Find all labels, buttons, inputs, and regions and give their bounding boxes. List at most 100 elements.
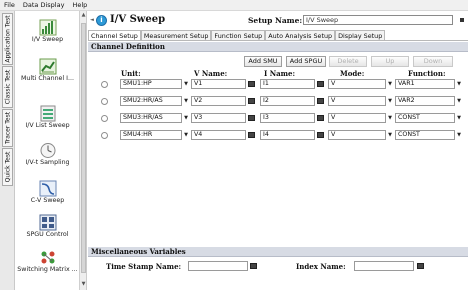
time-stamp-keyboard-icon[interactable] [250,263,257,269]
palette-label: I/V List Sweep [25,122,70,129]
unit-select[interactable]: SMU3:HR/AS [120,113,182,123]
scroll-thumb[interactable] [81,23,86,273]
palette-item-multi-channel[interactable]: Multi Channel I... [15,58,79,83]
chevron-down-icon[interactable]: ▼ [182,79,190,89]
tab-channel-setup[interactable]: Channel Setup [88,30,141,40]
spgu-control-icon [39,214,57,231]
tab-classic-test-label: Classic Test [4,69,11,105]
tab-auto-analysis-setup[interactable]: Auto Analysis Setup [265,30,336,40]
iname-keyboard-icon[interactable] [317,115,324,121]
add-spgu-button[interactable]: Add SPGU [286,56,326,67]
tab-measurement-setup[interactable]: Measurement Setup [140,30,212,40]
down-button[interactable]: Down [413,56,453,67]
menu-data-display[interactable]: Data Display [19,0,69,11]
column-iname: I Name: [264,69,296,78]
iname-keyboard-icon[interactable] [317,132,324,138]
function-select[interactable]: CONST [395,113,455,123]
title-row: ◄ i I/V Sweep Setup Name: I/V Sweep [88,14,468,28]
unit-select[interactable]: SMU1:HP [120,79,182,89]
row-select-radio[interactable] [101,132,108,139]
row-select-radio[interactable] [101,115,108,122]
chevron-down-icon[interactable]: ▼ [386,96,394,106]
palette-item-switching-matrix[interactable]: Switching Matrix ... [15,249,79,274]
index-name-keyboard-icon[interactable] [417,263,424,269]
scroll-up-icon[interactable]: ▲ [80,12,87,19]
tab-tracer-test[interactable]: Tracer Test [2,109,13,147]
unit-select[interactable]: SMU2:HR/AS [120,96,182,106]
palette-item-iv-sweep[interactable]: I/V Sweep [15,19,79,44]
tab-quick-test-label: Quick Test [4,151,11,183]
vname-keyboard-icon[interactable] [248,81,255,87]
palette-item-iv-list-sweep[interactable]: I/V List Sweep [15,105,79,130]
channel-row[interactable]: SMU3:HR/AS ▼ V3 I3 V ▼ CONST ▼ [88,113,468,124]
chevron-down-icon[interactable]: ▼ [455,79,463,89]
palette-item-spgu-control[interactable]: SPGU Control [15,214,79,239]
chevron-down-icon[interactable]: ▼ [182,130,190,140]
palette-item-sampling[interactable]: I/V-t Sampling [15,142,79,167]
collapse-arrow-icon[interactable]: ◄ [90,17,94,23]
setup-panel: ◄ i I/V Sweep Setup Name: I/V Sweep Chan… [88,11,468,290]
tab-application-test[interactable]: Application Test [2,13,13,65]
unit-select[interactable]: SMU4:HR [120,130,182,140]
channel-definition-header: Channel Definition [88,42,468,52]
iname-field[interactable]: I2 [260,96,315,106]
chevron-down-icon[interactable]: ▼ [386,113,394,123]
mode-select[interactable]: V [328,113,386,123]
channel-row[interactable]: SMU2:HR/AS ▼ V2 I2 V ▼ VAR2 ▼ [88,96,468,107]
index-name-input[interactable] [354,261,414,271]
palette-label: I/V-t Sampling [25,159,70,166]
row-select-radio[interactable] [101,98,108,105]
measurement-palette: I/V Sweep Multi Channel I... I/V List Sw… [15,11,80,290]
tab-function-setup[interactable]: Function Setup [211,30,266,40]
tab-display-setup[interactable]: Display Setup [335,30,386,40]
channel-row[interactable]: SMU4:HR ▼ V4 I4 V ▼ CONST ▼ [88,130,468,141]
chevron-down-icon[interactable]: ▼ [455,130,463,140]
time-stamp-input[interactable] [188,261,248,271]
vname-keyboard-icon[interactable] [248,115,255,121]
column-mode: Mode: [340,69,365,78]
function-select[interactable]: CONST [395,130,455,140]
vname-keyboard-icon[interactable] [248,132,255,138]
cv-sweep-icon [39,180,57,197]
menu-file[interactable]: File [0,0,19,11]
chevron-down-icon[interactable]: ▼ [182,96,190,106]
palette-scrollbar[interactable]: ▲ ▼ [80,11,87,290]
info-icon[interactable]: i [96,15,107,26]
mode-select[interactable]: V [328,130,386,140]
tab-classic-test[interactable]: Classic Test [2,66,13,108]
up-button[interactable]: Up [371,56,409,67]
channel-row[interactable]: SMU1:HP ▼ V1 I1 V ▼ VAR1 ▼ [88,79,468,90]
chevron-down-icon[interactable]: ▼ [386,130,394,140]
vname-keyboard-icon[interactable] [248,98,255,104]
iv-list-sweep-icon [39,105,57,122]
iname-field[interactable]: I4 [260,130,315,140]
multi-channel-icon [39,58,57,75]
mode-select[interactable]: V [328,96,386,106]
delete-button[interactable]: Delete [329,56,367,67]
add-smu-button[interactable]: Add SMU [244,56,282,67]
scroll-down-icon[interactable]: ▼ [80,281,87,288]
menu-help[interactable]: Help [68,0,91,11]
vname-field[interactable]: V2 [191,96,246,106]
palette-item-cv-sweep[interactable]: C-V Sweep [15,180,79,205]
function-select[interactable]: VAR1 [395,79,455,89]
function-select[interactable]: VAR2 [395,96,455,106]
setup-name-input[interactable]: I/V Sweep [303,15,453,25]
vname-field[interactable]: V1 [191,79,246,89]
misc-variables-header: Miscellaneous Variables [88,247,468,257]
mode-select[interactable]: V [328,79,386,89]
iname-keyboard-icon[interactable] [317,98,324,104]
chevron-down-icon[interactable]: ▼ [182,113,190,123]
iname-field[interactable]: I1 [260,79,315,89]
vname-field[interactable]: V3 [191,113,246,123]
vname-field[interactable]: V4 [191,130,246,140]
iname-field[interactable]: I3 [260,113,315,123]
chevron-down-icon[interactable]: ▼ [386,79,394,89]
iname-keyboard-icon[interactable] [317,81,324,87]
palette-label: Multi Channel I... [20,75,75,82]
setup-menu-icon[interactable] [460,18,464,22]
chevron-down-icon[interactable]: ▼ [455,96,463,106]
chevron-down-icon[interactable]: ▼ [455,113,463,123]
row-select-radio[interactable] [101,81,108,88]
tab-quick-test[interactable]: Quick Test [2,148,13,186]
